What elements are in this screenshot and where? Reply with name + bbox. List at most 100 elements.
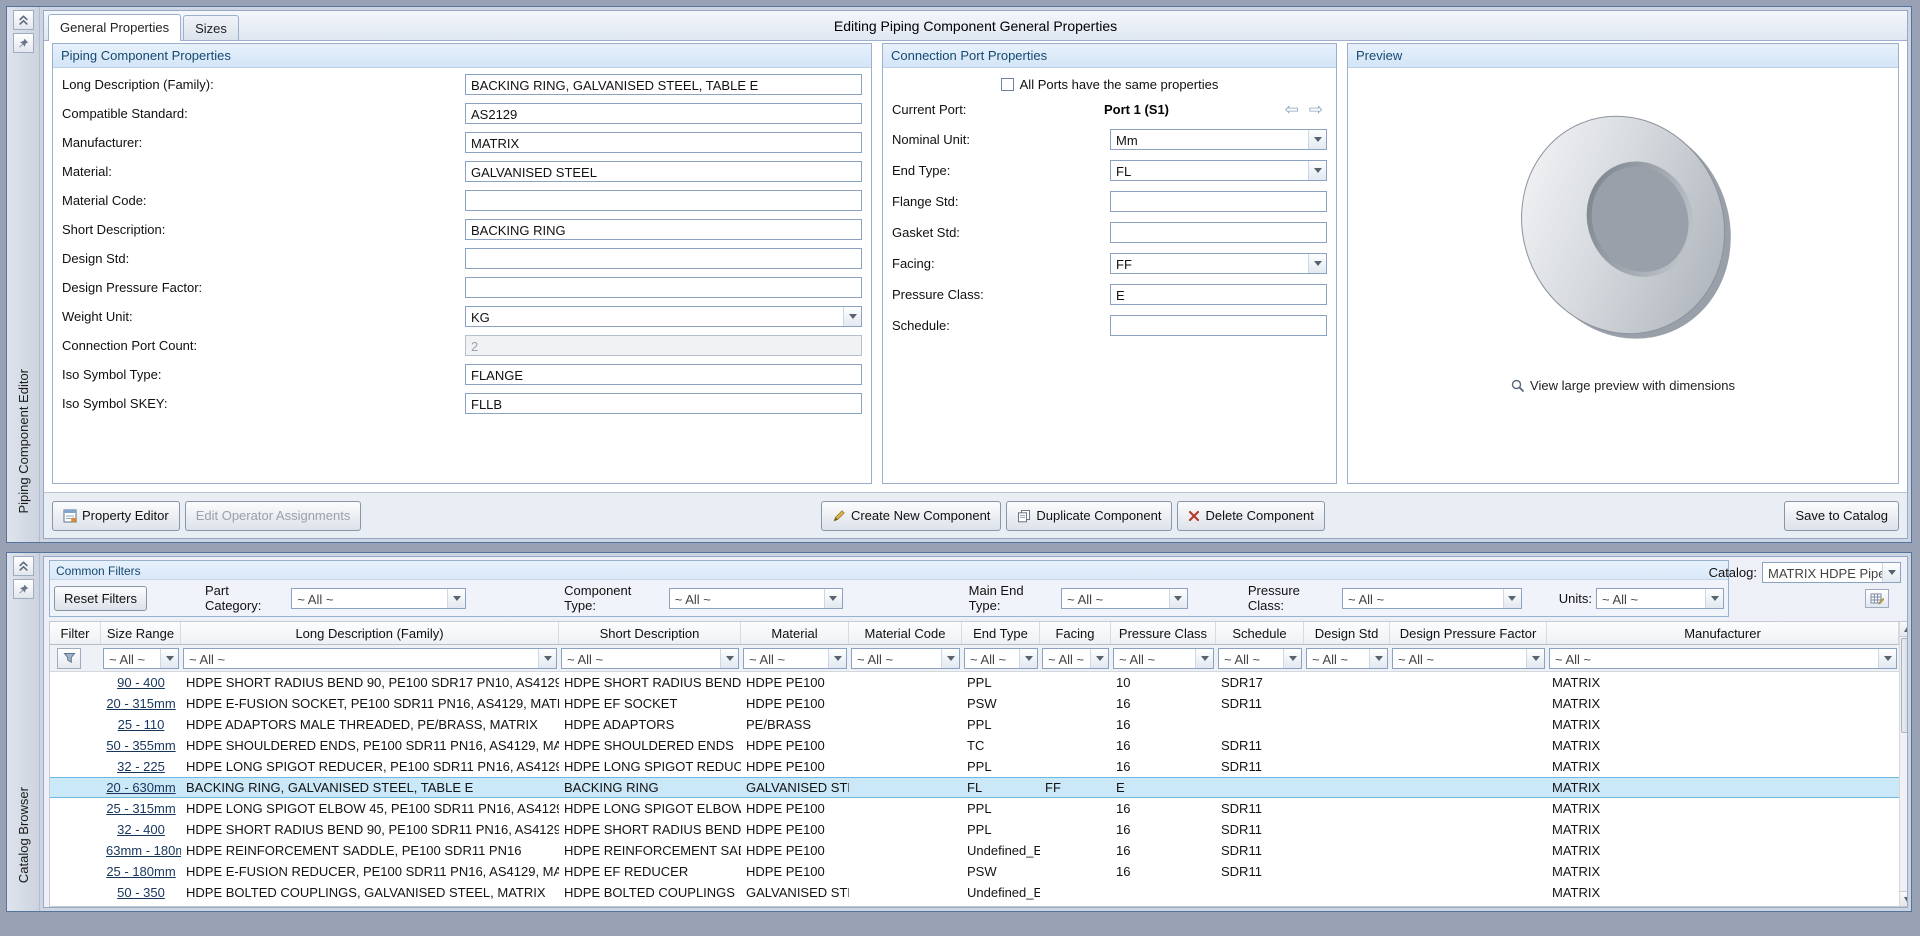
table-vertical-scrollbar[interactable]: [1899, 622, 1908, 906]
column-header-size-range[interactable]: Size Range: [101, 622, 181, 644]
chevron-down-icon[interactable]: [1195, 649, 1213, 668]
filter-dropdown-material-code[interactable]: ~ All ~: [851, 648, 960, 669]
chevron-down-icon[interactable]: [1369, 649, 1387, 668]
chevron-down-icon[interactable]: [538, 649, 556, 668]
chevron-down-icon[interactable]: [1308, 254, 1326, 273]
grid-settings-button[interactable]: [1865, 589, 1889, 608]
field-input[interactable]: FF: [1110, 253, 1327, 274]
column-header-design-std[interactable]: Design Std: [1304, 622, 1390, 644]
filter-dropdown-short-description[interactable]: ~ All ~: [561, 648, 739, 669]
filter-dropdown-design-pressure-factor[interactable]: ~ All ~: [1392, 648, 1545, 669]
property-editor-button[interactable]: Property Editor: [52, 501, 180, 531]
scroll-down-arrow[interactable]: [1900, 891, 1908, 906]
editor-panel-vertical-title[interactable]: Piping Component Editor: [16, 369, 31, 514]
all-ports-checkbox[interactable]: [1001, 78, 1014, 91]
chevron-down-icon[interactable]: [828, 649, 846, 668]
tab-sizes[interactable]: Sizes: [183, 15, 239, 40]
size-range-link[interactable]: 25 - 315mm: [101, 801, 181, 816]
chevron-down-icon[interactable]: [720, 649, 738, 668]
next-port-arrow-icon[interactable]: ⇨: [1309, 101, 1323, 118]
create-new-component-button[interactable]: Create New Component: [821, 501, 1001, 531]
chevron-down-icon[interactable]: [1705, 589, 1723, 608]
filter-dropdown-manufacturer[interactable]: ~ All ~: [1549, 648, 1897, 669]
table-row[interactable]: 32 - 225 HDPE LONG SPIGOT REDUCER, PE100…: [50, 756, 1899, 777]
chevron-down-icon[interactable]: [1526, 649, 1544, 668]
chevron-down-icon[interactable]: [824, 589, 842, 608]
filter-dropdown[interactable]: ~ All ~: [291, 588, 466, 609]
size-range-link[interactable]: 63mm - 180mm: [101, 843, 181, 858]
size-range-link[interactable]: 50 - 350: [101, 885, 181, 900]
field-input[interactable]: BACKING RING: [465, 219, 862, 240]
edit-operator-assignments-button[interactable]: Edit Operator Assignments: [185, 501, 362, 531]
filter-dropdown-size-range[interactable]: ~ All ~: [103, 648, 179, 669]
size-range-link[interactable]: 32 - 400: [101, 822, 181, 837]
table-row[interactable]: 50 - 350 HDPE BOLTED COUPLINGS, GALVANIS…: [50, 882, 1899, 903]
filter-dropdown[interactable]: ~ All ~: [1342, 588, 1522, 609]
browser-panel-vertical-title[interactable]: Catalog Browser: [16, 787, 31, 883]
field-input[interactable]: [465, 277, 862, 298]
filter-dropdown-design-std[interactable]: ~ All ~: [1306, 648, 1388, 669]
field-input[interactable]: [1110, 191, 1327, 212]
field-input[interactable]: MATRIX: [465, 132, 862, 153]
table-row[interactable]: 25 - 180mm HDPE E-FUSION REDUCER, PE100 …: [50, 861, 1899, 882]
size-range-link[interactable]: 32 - 225: [101, 759, 181, 774]
pin-panel-button[interactable]: [13, 33, 34, 53]
filter-dropdown-facing[interactable]: ~ All ~: [1042, 648, 1109, 669]
field-input[interactable]: [465, 248, 862, 269]
size-range-link[interactable]: 20 - 315mm: [101, 696, 181, 711]
column-header-material[interactable]: Material: [741, 622, 849, 644]
size-range-link[interactable]: 90 - 400: [101, 675, 181, 690]
chevron-down-icon[interactable]: [1090, 649, 1108, 668]
chevron-down-icon[interactable]: [1882, 563, 1900, 582]
collapse-panel-button[interactable]: [13, 10, 34, 30]
column-header-schedule[interactable]: Schedule: [1216, 622, 1304, 644]
chevron-down-icon[interactable]: [941, 649, 959, 668]
field-input[interactable]: GALVANISED STEEL: [465, 161, 862, 182]
column-header-short-description[interactable]: Short Description: [559, 622, 741, 644]
field-input[interactable]: Mm: [1110, 129, 1327, 150]
scroll-up-arrow[interactable]: [1900, 622, 1908, 637]
filter-dropdown-pressure-class[interactable]: ~ All ~: [1113, 648, 1214, 669]
field-input[interactable]: FLANGE: [465, 364, 862, 385]
filter-dropdown-material[interactable]: ~ All ~: [743, 648, 847, 669]
filter-dropdown[interactable]: ~ All ~: [1061, 588, 1188, 609]
filter-dropdown-schedule[interactable]: ~ All ~: [1218, 648, 1302, 669]
chevron-down-icon[interactable]: [843, 307, 861, 326]
column-header-long-description[interactable]: Long Description (Family): [181, 622, 559, 644]
column-header-manufacturer[interactable]: Manufacturer: [1547, 622, 1899, 644]
chevron-down-icon[interactable]: [1283, 649, 1301, 668]
scrollbar-thumb[interactable]: [1901, 638, 1908, 733]
column-header-filter[interactable]: Filter: [50, 622, 101, 644]
size-range-link[interactable]: 25 - 110: [101, 717, 181, 732]
chevron-down-icon[interactable]: [1019, 649, 1037, 668]
chevron-down-icon[interactable]: [1169, 589, 1187, 608]
table-row[interactable]: 32 - 400 HDPE SHORT RADIUS BEND 90, PE10…: [50, 819, 1899, 840]
size-range-link[interactable]: 20 - 630mm: [101, 780, 181, 795]
field-input[interactable]: FL: [1110, 160, 1327, 181]
filter-dropdown[interactable]: ~ All ~: [669, 588, 843, 609]
field-input[interactable]: AS2129: [465, 103, 862, 124]
table-row[interactable]: 25 - 110 HDPE ADAPTORS MALE THREADED, PE…: [50, 714, 1899, 735]
catalog-dropdown[interactable]: MATRIX HDPE Pipe Fitt: [1762, 562, 1901, 583]
field-input[interactable]: 2: [465, 335, 862, 356]
filter-funnel-button[interactable]: [57, 648, 81, 669]
column-header-design-pressure-factor[interactable]: Design Pressure Factor: [1390, 622, 1547, 644]
collapse-panel-button[interactable]: [13, 556, 34, 576]
table-row[interactable]: 20 - 630mm BACKING RING, GALVANISED STEE…: [50, 777, 1899, 798]
save-to-catalog-button[interactable]: Save to Catalog: [1784, 501, 1899, 531]
view-large-preview-link[interactable]: View large preview with dimensions: [1511, 378, 1735, 393]
delete-component-button[interactable]: Delete Component: [1177, 501, 1324, 531]
column-header-facing[interactable]: Facing: [1040, 622, 1111, 644]
reset-filters-button[interactable]: Reset Filters: [54, 586, 147, 611]
field-input[interactable]: BACKING RING, GALVANISED STEEL, TABLE E: [465, 74, 862, 95]
filter-dropdown-end-type[interactable]: ~ All ~: [964, 648, 1038, 669]
size-range-link[interactable]: 50 - 355mm: [101, 738, 181, 753]
field-input[interactable]: [465, 190, 862, 211]
filter-dropdown[interactable]: ~ All ~: [1596, 588, 1724, 609]
table-row[interactable]: 50 - 355mm HDPE SHOULDERED ENDS, PE100 S…: [50, 735, 1899, 756]
pin-panel-button[interactable]: [13, 579, 34, 599]
chevron-down-icon[interactable]: [447, 589, 465, 608]
tab-general-properties[interactable]: General Properties: [48, 14, 181, 41]
chevron-down-icon[interactable]: [160, 649, 178, 668]
chevron-down-icon[interactable]: [1878, 649, 1896, 668]
